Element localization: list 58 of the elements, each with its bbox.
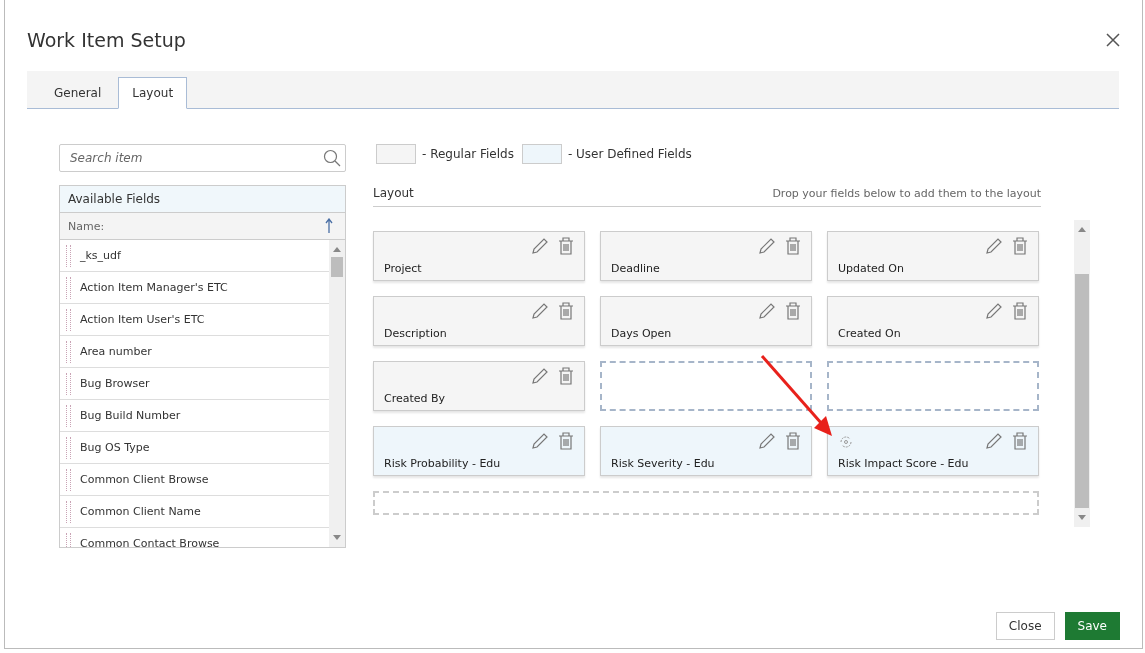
delete-icon[interactable] xyxy=(1012,237,1028,255)
delete-icon[interactable] xyxy=(1012,302,1028,320)
field-list-item[interactable]: Common Client Name xyxy=(60,496,329,528)
edit-icon[interactable] xyxy=(985,432,1003,450)
field-list-item[interactable]: Bug OS Type xyxy=(60,432,329,464)
field-card[interactable]: Risk Impact Score - Edu xyxy=(827,426,1039,476)
edit-icon[interactable] xyxy=(985,237,1003,255)
search-field[interactable]: Search item xyxy=(59,144,346,172)
delete-icon[interactable] xyxy=(558,432,574,450)
field-card[interactable]: Description xyxy=(373,296,585,346)
field-list-item[interactable]: _ks_udf xyxy=(60,240,329,272)
scrollbar[interactable] xyxy=(329,240,345,547)
legend-label: - Regular Fields xyxy=(422,147,514,161)
field-card[interactable]: Created On xyxy=(827,296,1039,346)
field-card[interactable]: Deadline xyxy=(600,231,812,281)
delete-icon[interactable] xyxy=(785,237,801,255)
close-icon[interactable] xyxy=(1106,33,1120,47)
edit-icon[interactable] xyxy=(531,302,549,320)
field-card[interactable]: Risk Severity - Edu xyxy=(600,426,812,476)
field-list-item[interactable]: Action Item Manager's ETC xyxy=(60,272,329,304)
delete-icon[interactable] xyxy=(558,302,574,320)
field-list-item[interactable]: Action Item User's ETC xyxy=(60,304,329,336)
field-list-item[interactable]: Area number xyxy=(60,336,329,368)
save-button[interactable]: Save xyxy=(1064,612,1120,640)
edit-icon[interactable] xyxy=(758,432,776,450)
section-title: Layout xyxy=(373,186,414,200)
search-icon xyxy=(323,149,341,167)
edit-icon[interactable] xyxy=(531,367,549,385)
field-list-item[interactable]: Bug Browser xyxy=(60,368,329,400)
column-label: Name: xyxy=(68,219,105,233)
field-card[interactable]: Created By xyxy=(373,361,585,411)
close-button[interactable]: Close xyxy=(995,612,1055,640)
tab[interactable]: General xyxy=(40,77,116,109)
field-list-item[interactable]: Common Client Browse xyxy=(60,464,329,496)
legend-swatch xyxy=(376,144,416,164)
edit-icon[interactable] xyxy=(531,237,549,255)
panel-title: Available Fields xyxy=(60,186,345,213)
edit-icon[interactable] xyxy=(531,432,549,450)
delete-icon[interactable] xyxy=(785,302,801,320)
delete-icon[interactable] xyxy=(785,432,801,450)
tab[interactable]: Layout xyxy=(118,77,188,109)
edit-icon[interactable] xyxy=(758,302,776,320)
delete-icon[interactable] xyxy=(558,367,574,385)
scrollbar[interactable] xyxy=(1074,220,1090,527)
field-card[interactable]: Days Open xyxy=(600,296,812,346)
legend-swatch xyxy=(521,144,562,164)
legend-label: - User Defined Fields xyxy=(567,147,692,161)
field-list-item[interactable]: Bug Build Number xyxy=(60,400,329,432)
window-title: Work Item Setup xyxy=(27,29,186,51)
delete-icon[interactable] xyxy=(1012,432,1028,450)
edit-icon[interactable] xyxy=(985,302,1003,320)
edit-icon[interactable] xyxy=(758,237,776,255)
field-card[interactable]: Risk Probability - Edu xyxy=(373,426,585,476)
delete-icon[interactable] xyxy=(558,237,574,255)
hint-text: Drop your fields below to add them to the layout xyxy=(772,187,1041,200)
field-card[interactable]: Updated On xyxy=(827,231,1039,281)
field-card[interactable]: Project xyxy=(373,231,585,281)
sort-arrow-icon[interactable] xyxy=(325,218,333,234)
